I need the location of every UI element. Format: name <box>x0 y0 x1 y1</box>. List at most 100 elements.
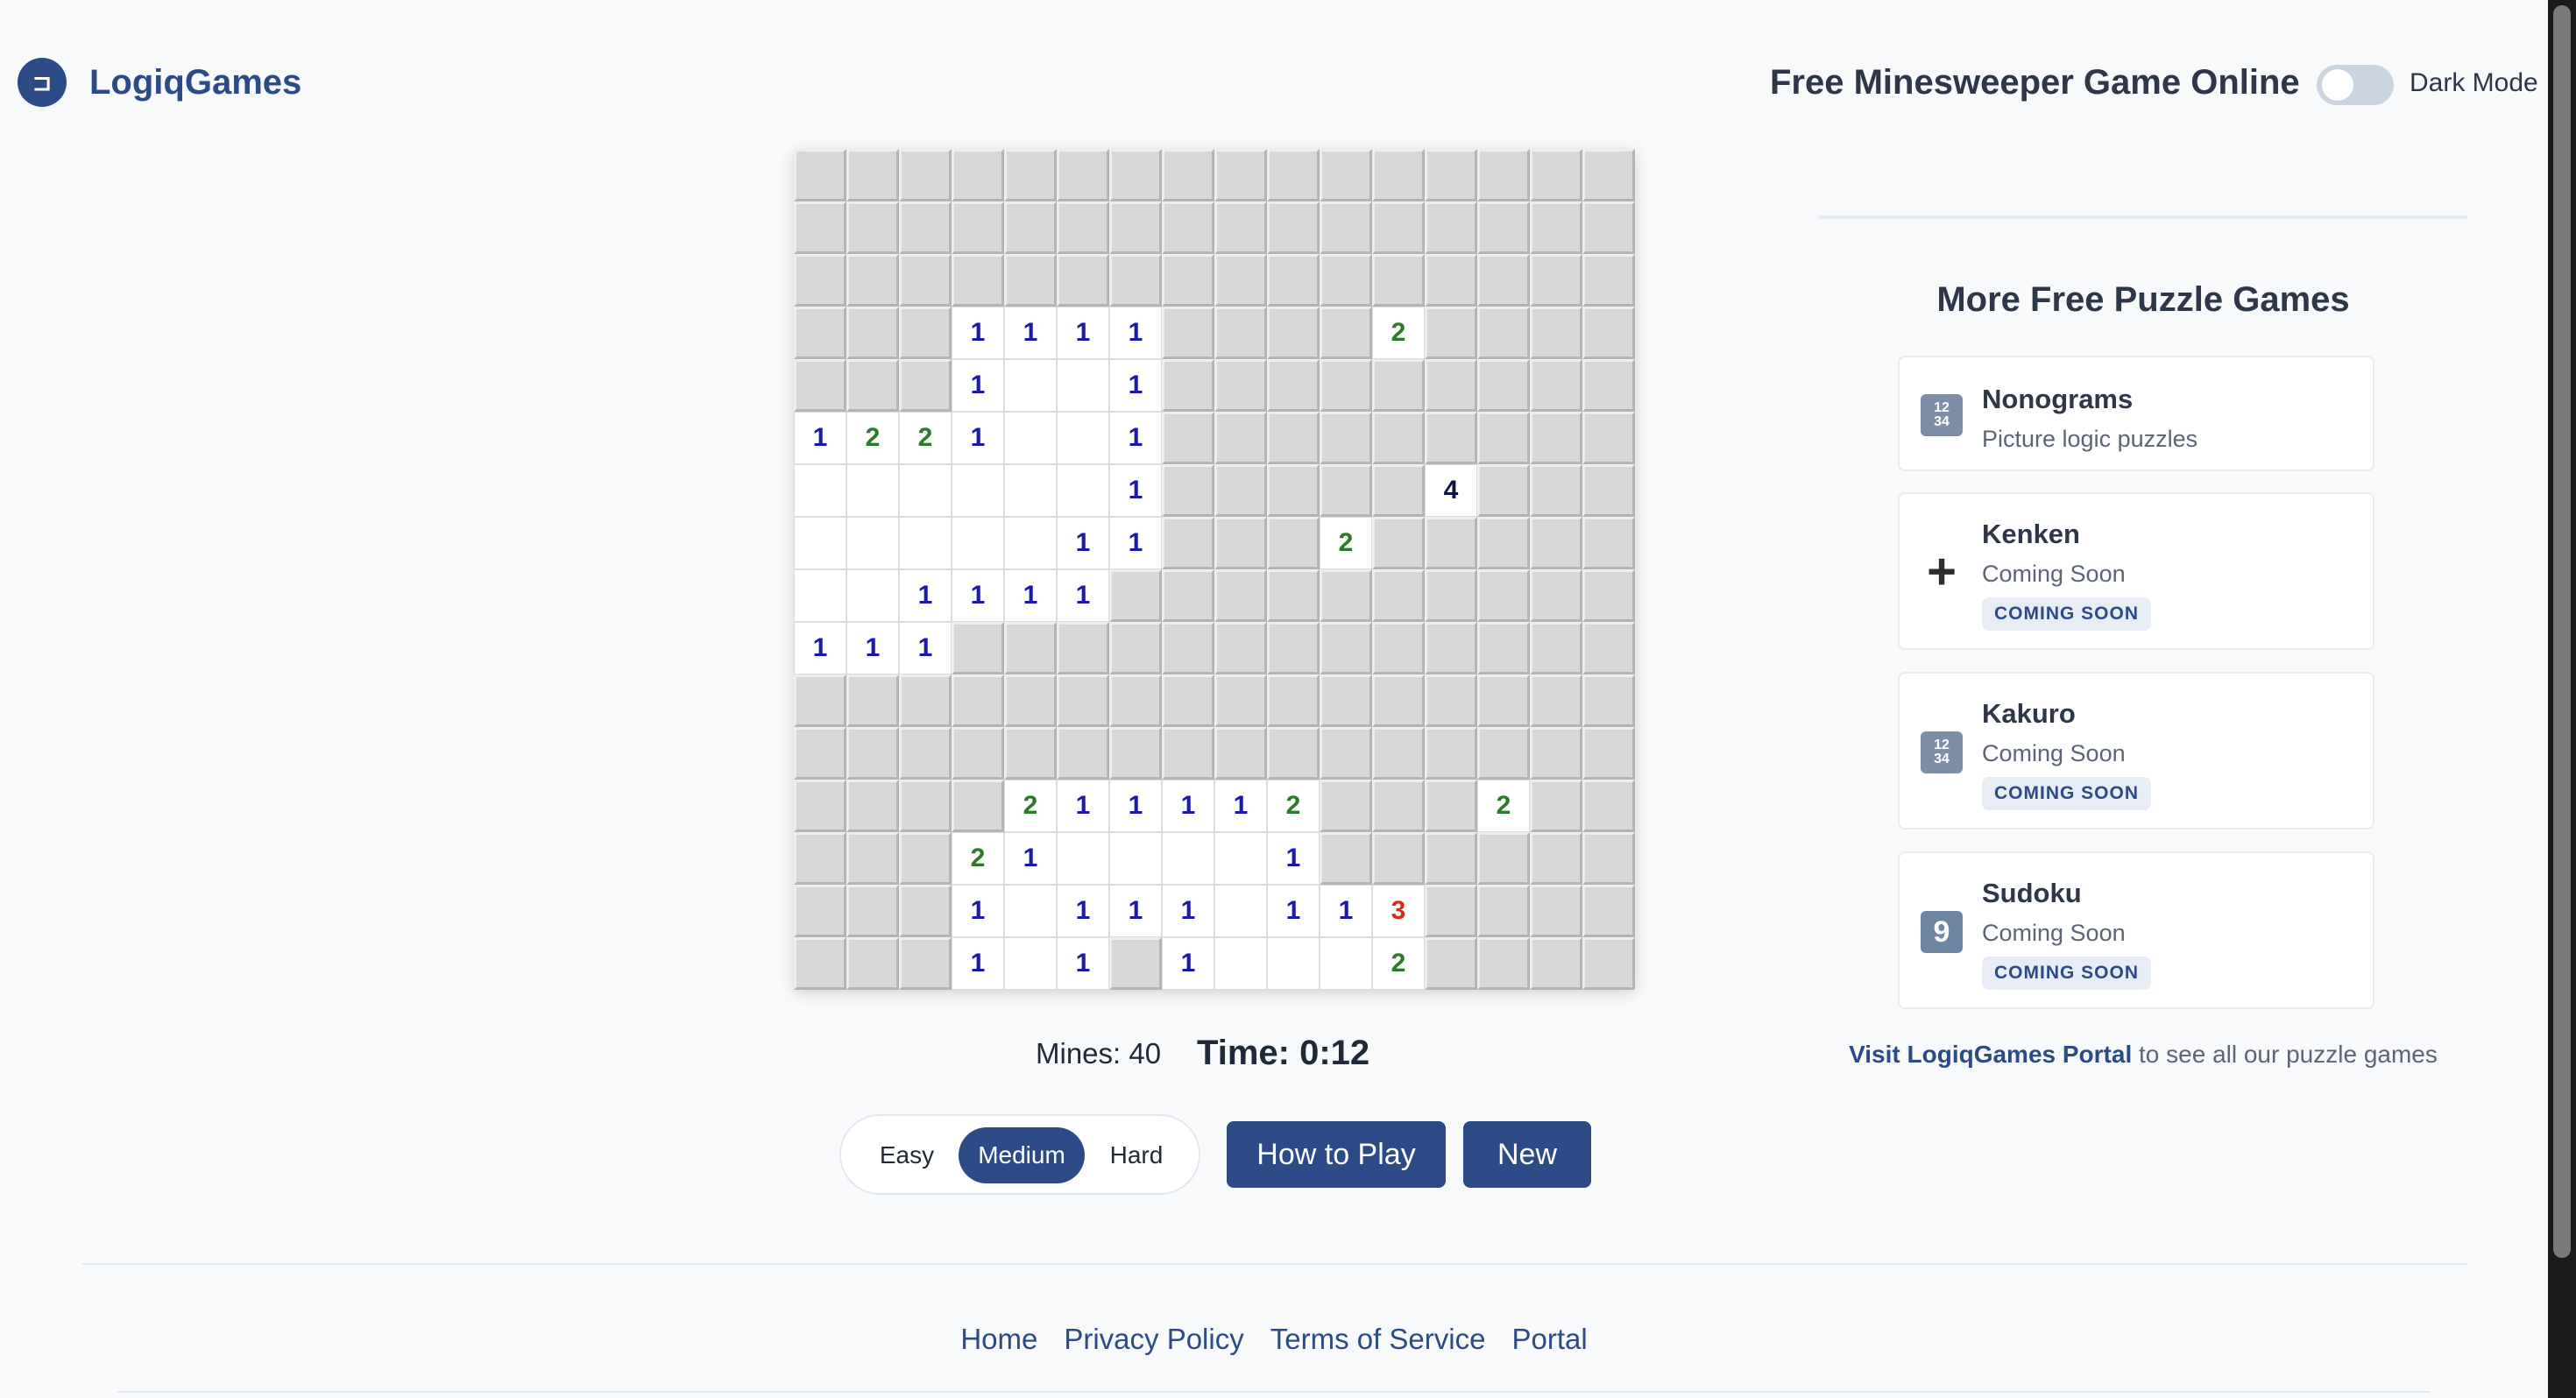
board-cell-number[interactable]: 1 <box>952 307 1004 359</box>
board-cell-number[interactable]: 1 <box>1109 359 1162 412</box>
board-cell-empty[interactable] <box>899 464 952 517</box>
board-cell-hidden[interactable] <box>1582 622 1635 674</box>
board-cell-hidden[interactable] <box>1004 254 1057 307</box>
board-cell-number[interactable]: 1 <box>1109 412 1162 464</box>
board-cell-number[interactable]: 1 <box>1109 464 1162 517</box>
board-cell-hidden[interactable] <box>846 149 899 201</box>
board-cell-hidden[interactable] <box>899 201 952 254</box>
board-cell-hidden[interactable] <box>1477 254 1530 307</box>
board-cell-hidden[interactable] <box>1425 832 1477 885</box>
board-cell-hidden[interactable] <box>899 307 952 359</box>
board-cell-number[interactable]: 3 <box>1372 885 1425 937</box>
board-cell-hidden[interactable] <box>1477 412 1530 464</box>
board-cell-hidden[interactable] <box>899 780 952 832</box>
board-cell-empty[interactable] <box>1162 832 1214 885</box>
board-cell-hidden[interactable] <box>1214 412 1267 464</box>
board-cell-number[interactable]: 2 <box>1372 307 1425 359</box>
board-cell-number[interactable]: 1 <box>899 569 952 622</box>
board-cell-hidden[interactable] <box>794 674 846 727</box>
board-cell-empty[interactable] <box>1057 832 1109 885</box>
board-cell-hidden[interactable] <box>1162 307 1214 359</box>
board-cell-hidden[interactable] <box>899 832 952 885</box>
board-cell-hidden[interactable] <box>1372 569 1425 622</box>
board-cell-hidden[interactable] <box>1004 622 1057 674</box>
board-cell-hidden[interactable] <box>1582 149 1635 201</box>
board-cell-hidden[interactable] <box>1109 254 1162 307</box>
board-cell-hidden[interactable] <box>846 201 899 254</box>
board-cell-hidden[interactable] <box>1425 622 1477 674</box>
board-cell-number[interactable]: 1 <box>1057 885 1109 937</box>
board-cell-empty[interactable] <box>794 517 846 569</box>
board-cell-hidden[interactable] <box>1425 412 1477 464</box>
board-cell-hidden[interactable] <box>1109 201 1162 254</box>
board-cell-empty[interactable] <box>1214 885 1267 937</box>
difficulty-easy-button[interactable]: Easy <box>859 1127 955 1183</box>
board-cell-hidden[interactable] <box>1267 307 1320 359</box>
board-cell-hidden[interactable] <box>1267 149 1320 201</box>
board-cell-hidden[interactable] <box>1425 149 1477 201</box>
board-cell-number[interactable]: 1 <box>1162 937 1214 990</box>
board-cell-hidden[interactable] <box>1477 201 1530 254</box>
board-cell-hidden[interactable] <box>952 622 1004 674</box>
board-cell-hidden[interactable] <box>1267 517 1320 569</box>
board-cell-number[interactable]: 1 <box>1109 517 1162 569</box>
board-cell-hidden[interactable] <box>1109 674 1162 727</box>
board-cell-hidden[interactable] <box>1477 307 1530 359</box>
board-cell-hidden[interactable] <box>1162 149 1214 201</box>
board-cell-number[interactable]: 2 <box>1004 780 1057 832</box>
board-cell-empty[interactable] <box>952 464 1004 517</box>
board-cell-hidden[interactable] <box>1477 149 1530 201</box>
board-cell-number[interactable]: 1 <box>1320 885 1372 937</box>
board-cell-hidden[interactable] <box>1320 622 1372 674</box>
board-cell-hidden[interactable] <box>1425 359 1477 412</box>
board-cell-hidden[interactable] <box>1320 727 1372 780</box>
board-cell-hidden[interactable] <box>1004 727 1057 780</box>
board-cell-hidden[interactable] <box>794 149 846 201</box>
board-cell-number[interactable]: 1 <box>1004 307 1057 359</box>
board-cell-hidden[interactable] <box>1109 569 1162 622</box>
board-cell-number[interactable]: 1 <box>1057 569 1109 622</box>
board-cell-hidden[interactable] <box>899 727 952 780</box>
difficulty-medium-button[interactable]: Medium <box>959 1127 1085 1183</box>
board-cell-hidden[interactable] <box>1477 674 1530 727</box>
new-game-button[interactable]: New <box>1463 1121 1591 1188</box>
board-cell-hidden[interactable] <box>1267 622 1320 674</box>
board-cell-hidden[interactable] <box>1582 937 1635 990</box>
board-cell-hidden[interactable] <box>1214 727 1267 780</box>
board-cell-empty[interactable] <box>1004 412 1057 464</box>
footer-link-home[interactable]: Home <box>960 1323 1037 1356</box>
board-cell-hidden[interactable] <box>1320 780 1372 832</box>
board-cell-hidden[interactable] <box>1477 832 1530 885</box>
board-cell-number[interactable]: 1 <box>1162 780 1214 832</box>
board-cell-empty[interactable] <box>794 464 846 517</box>
board-cell-hidden[interactable] <box>1582 359 1635 412</box>
board-cell-hidden[interactable] <box>1425 885 1477 937</box>
board-cell-hidden[interactable] <box>1214 517 1267 569</box>
board-cell-hidden[interactable] <box>899 254 952 307</box>
board-cell-number[interactable]: 1 <box>1057 517 1109 569</box>
board-cell-hidden[interactable] <box>1267 727 1320 780</box>
board-cell-number[interactable]: 2 <box>1267 780 1320 832</box>
board-cell-number[interactable]: 1 <box>952 412 1004 464</box>
board-cell-hidden[interactable] <box>1267 201 1320 254</box>
board-cell-empty[interactable] <box>1057 412 1109 464</box>
board-cell-hidden[interactable] <box>1162 412 1214 464</box>
board-cell-hidden[interactable] <box>1530 201 1582 254</box>
board-cell-empty[interactable] <box>846 464 899 517</box>
board-cell-hidden[interactable] <box>1267 674 1320 727</box>
board-cell-hidden[interactable] <box>1582 412 1635 464</box>
board-cell-hidden[interactable] <box>1477 517 1530 569</box>
board-cell-hidden[interactable] <box>1582 254 1635 307</box>
game-card-kakuro[interactable]: 12 34 Kakuro Coming Soon COMING SOON <box>1898 672 2374 830</box>
board-cell-number[interactable]: 1 <box>1267 885 1320 937</box>
board-cell-hidden[interactable] <box>1162 622 1214 674</box>
board-cell-hidden[interactable] <box>1477 622 1530 674</box>
board-cell-hidden[interactable] <box>899 359 952 412</box>
board-cell-hidden[interactable] <box>1057 727 1109 780</box>
board-cell-hidden[interactable] <box>1425 569 1477 622</box>
board-cell-hidden[interactable] <box>1425 307 1477 359</box>
board-cell-number[interactable]: 1 <box>952 569 1004 622</box>
board-cell-hidden[interactable] <box>1372 359 1425 412</box>
board-cell-hidden[interactable] <box>846 359 899 412</box>
how-to-play-button[interactable]: How to Play <box>1227 1121 1446 1188</box>
